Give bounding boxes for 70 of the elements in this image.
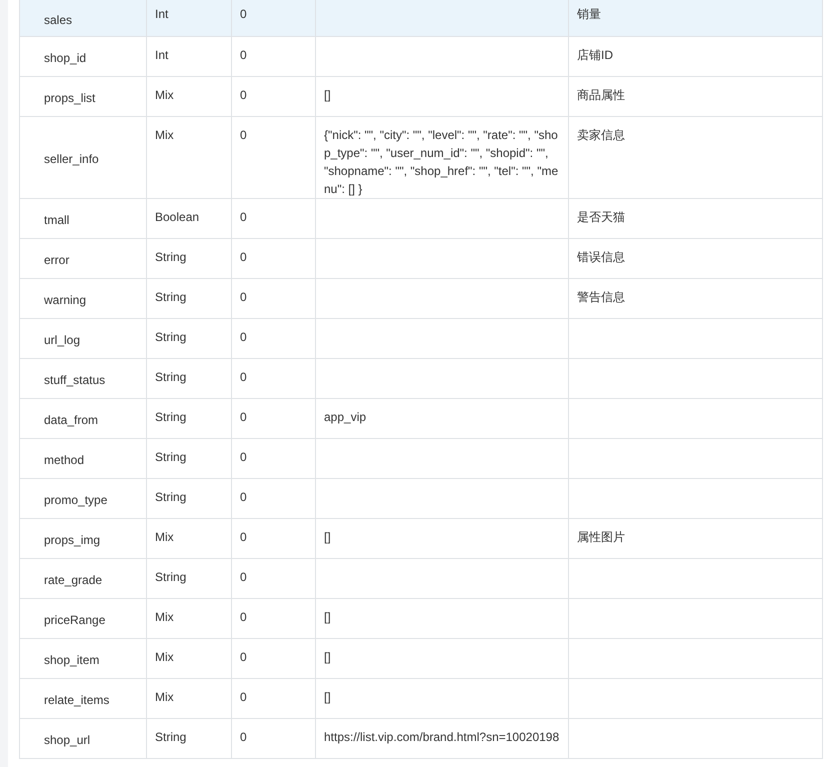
table-cell: Mix: [155, 610, 174, 624]
table-cell-text: app_vip: [324, 408, 368, 426]
table-cell: 0: [240, 690, 247, 704]
table-cell: String: [155, 290, 186, 304]
table-cell: props_list: [44, 91, 96, 105]
table-cell-text: []: [324, 608, 332, 626]
table-cell: String: [155, 370, 186, 384]
table-cell: String: [155, 410, 186, 424]
table-cell: 0: [240, 250, 247, 264]
table-cell: shop_id: [44, 51, 86, 65]
table-cell: seller_info: [44, 152, 99, 166]
table-cell: 0: [240, 610, 247, 624]
table-cell: Mix: [155, 88, 174, 102]
table-cell: 0: [240, 370, 247, 384]
table-cell-text: https://list.vip.com/brand.html?sn=10020198: [324, 728, 560, 746]
table-cell-text: []: [324, 86, 332, 104]
table-cell: tmall: [44, 213, 70, 227]
table-cell: Int: [155, 7, 168, 21]
table-cell-text: []: [324, 648, 332, 666]
table-cell: 0: [240, 530, 247, 544]
table-cell: promo_type: [44, 493, 108, 507]
table-cell-text: {"nick": "", "city": "", "level": "", "rate": "", "shop_type": "", "user_num_id": "", "shopid": "", "shopname": "", "shop_href": "", "tel": "", "menu": [] }: [324, 126, 560, 198]
table-cell: 属性图片: [577, 530, 625, 544]
table-cell: String: [155, 490, 186, 504]
table-cell: 0: [240, 570, 247, 584]
table-cell: 错误信息: [577, 250, 625, 264]
table-cell: String: [155, 330, 186, 344]
table-cell: 店铺ID: [577, 48, 613, 62]
table-cell: props_img: [44, 533, 100, 547]
table-cell: shop_item: [44, 653, 100, 667]
table-cell: relate_items: [44, 693, 110, 707]
table-cell: 销量: [577, 7, 601, 21]
table-cell: 0: [240, 210, 247, 224]
table-cell: 0: [240, 330, 247, 344]
table-cell: 0: [240, 88, 247, 102]
table-cell: 0: [240, 730, 247, 744]
table-cell: String: [155, 730, 186, 744]
table-cell: 0: [240, 290, 247, 304]
table-cell: 0: [240, 450, 247, 464]
table-cell: 0: [240, 410, 247, 424]
table-cell: Int: [155, 48, 168, 62]
table-cell: error: [44, 253, 70, 267]
table-cell: stuff_status: [44, 373, 106, 387]
table-cell: shop_url: [44, 733, 90, 747]
table-cell: Boolean: [155, 210, 200, 224]
table-cell: 0: [240, 650, 247, 664]
table-cell: Mix: [155, 650, 174, 664]
table-cell: method: [44, 453, 84, 467]
table-cell: 是否天猫: [577, 210, 625, 224]
table-cell: rate_grade: [44, 573, 102, 587]
table-cell: Mix: [155, 690, 174, 704]
table-cell: url_log: [44, 333, 80, 347]
table-cell: 警告信息: [577, 290, 625, 304]
table-cell: 0: [240, 7, 247, 21]
table-cell: priceRange: [44, 613, 106, 627]
table-cell: String: [155, 250, 186, 264]
table-cell-text: []: [324, 688, 332, 706]
table-cell: 卖家信息: [577, 128, 625, 142]
table-cell: String: [155, 570, 186, 584]
table-cell-text: []: [324, 528, 332, 546]
table-cell: data_from: [44, 413, 98, 427]
table-cell: 0: [240, 128, 247, 142]
table-cell: Mix: [155, 530, 174, 544]
table-cell: String: [155, 450, 186, 464]
table-cell: warning: [44, 293, 86, 307]
table-cell: 0: [240, 490, 247, 504]
table-cell: 0: [240, 48, 247, 62]
table-cell: sales: [44, 12, 72, 27]
table-cell: 商品属性: [577, 88, 625, 102]
table-cell: Mix: [155, 128, 174, 142]
